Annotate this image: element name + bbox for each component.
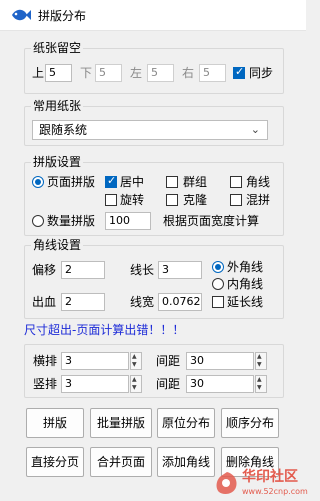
- inner-marks-radio[interactable]: [212, 278, 224, 290]
- line-length-label: 线长: [130, 263, 155, 277]
- quantity-layout-radio[interactable]: [32, 215, 44, 227]
- row-gap-input[interactable]: 30: [186, 375, 254, 393]
- rows-label: 竖排: [33, 377, 58, 391]
- margin-top-label: 上: [32, 66, 45, 80]
- margin-left-label: 左: [130, 66, 143, 80]
- site-watermark: 华印社区 www.52cnp.com: [212, 466, 308, 501]
- sync-label: 同步: [249, 66, 274, 80]
- direct-paging-button[interactable]: 直接分页: [26, 447, 84, 477]
- line-width-label: 线宽: [130, 295, 155, 309]
- merge-pages-button[interactable]: 合并页面: [90, 447, 152, 477]
- rows-spinner[interactable]: ▲ ▼: [130, 375, 142, 393]
- margin-top-input[interactable]: 5: [45, 64, 72, 82]
- offset-label: 偏移: [32, 263, 57, 277]
- line-width-input[interactable]: 0.0762: [158, 293, 202, 311]
- row-gap-label: 间距: [156, 377, 181, 391]
- extend-line-checkbox[interactable]: [212, 296, 224, 308]
- watermark-text: 华印社区: [242, 469, 298, 485]
- sync-checkbox[interactable]: ✓: [233, 65, 245, 79]
- paper-size-dropdown[interactable]: 跟随系统 ⌄: [32, 120, 268, 140]
- crop-marks-label: 角线: [246, 175, 271, 189]
- corner-settings-legend: 角线设置: [31, 238, 84, 252]
- common-paper-group: 常用纸张 跟随系统 ⌄: [24, 99, 284, 146]
- fish-app-icon: [12, 9, 31, 21]
- checkmark-icon: ✓: [235, 65, 245, 78]
- chevron-down-icon: ⌄: [250, 123, 260, 136]
- width-calc-note: 根据页面宽度计算: [163, 214, 260, 228]
- arrow-up-icon[interactable]: ▲: [257, 353, 262, 361]
- offset-input[interactable]: 2: [61, 261, 105, 279]
- window-title: 拼版分布: [38, 9, 87, 23]
- quantity-layout-label: 数量拼版: [47, 214, 96, 228]
- extend-line-label: 延长线: [227, 295, 264, 309]
- clone-checkbox[interactable]: [166, 194, 178, 206]
- columns-spinner[interactable]: ▲ ▼: [130, 352, 142, 370]
- paper-margin-group: 纸张留空 上 5 下 5 左 5 右 5 ✓ 同步: [24, 41, 284, 94]
- column-gap-input[interactable]: 30: [186, 352, 254, 370]
- outer-marks-radio[interactable]: [212, 261, 224, 273]
- line-length-input[interactable]: 3: [158, 261, 202, 279]
- margin-left-input[interactable]: 5: [147, 64, 174, 82]
- bleed-input[interactable]: 2: [61, 293, 105, 311]
- arrow-down-icon[interactable]: ▼: [257, 361, 262, 369]
- title-bar: 拼版分布: [0, 0, 306, 31]
- page-layout-label: 页面拼版: [47, 175, 96, 189]
- rotate-label: 旋转: [120, 193, 145, 207]
- impose-button[interactable]: 拼版: [26, 408, 84, 438]
- outer-marks-label: 外角线: [227, 260, 264, 274]
- paper-size-selected: 跟随系统: [39, 123, 88, 137]
- checkmark-icon: ✓: [107, 174, 117, 187]
- column-gap-label: 间距: [156, 354, 181, 368]
- margin-bottom-label: 下: [80, 66, 93, 80]
- columns-label: 横排: [33, 354, 58, 368]
- inner-marks-label: 内角线: [227, 277, 264, 291]
- bleed-label: 出血: [32, 295, 57, 309]
- arrow-down-icon[interactable]: ▼: [132, 384, 137, 392]
- columns-input[interactable]: 3: [61, 352, 129, 370]
- arrow-down-icon[interactable]: ▼: [132, 361, 137, 369]
- watermark-logo-icon: [216, 472, 237, 495]
- margin-bottom-input[interactable]: 5: [95, 64, 122, 82]
- crop-marks-checkbox[interactable]: [230, 176, 242, 188]
- arrow-down-icon[interactable]: ▼: [257, 384, 262, 392]
- corner-settings-group: 角线设置 偏移 2 线长 3 外角线 内角线 出血 2 线宽 0.0762 延长…: [24, 238, 284, 319]
- column-gap-spinner[interactable]: ▲ ▼: [255, 352, 267, 370]
- margin-right-label: 右: [182, 66, 195, 80]
- row-gap-spinner[interactable]: ▲ ▼: [255, 375, 267, 393]
- layout-settings-group: 拼版设置 页面拼版 ✓ 居中 群组 角线 旋转 克隆 混拼 数量拼版 100 根…: [24, 155, 284, 236]
- clone-label: 克隆: [183, 193, 208, 207]
- error-message: 尺寸超出-页面计算出错！！！: [24, 323, 185, 337]
- rotate-checkbox[interactable]: [105, 194, 117, 206]
- arrow-up-icon[interactable]: ▲: [132, 353, 137, 361]
- page-layout-radio[interactable]: [32, 176, 44, 188]
- sequential-distribute-button[interactable]: 顺序分布: [221, 408, 279, 438]
- paper-margin-legend: 纸张留空: [31, 41, 84, 55]
- group-label: 群组: [183, 175, 208, 189]
- layout-settings-legend: 拼版设置: [31, 155, 84, 169]
- center-checkbox[interactable]: ✓: [105, 174, 117, 188]
- arrow-up-icon[interactable]: ▲: [132, 376, 137, 384]
- mixed-label: 混拼: [246, 193, 271, 207]
- mixed-checkbox[interactable]: [230, 194, 242, 206]
- add-marks-button[interactable]: 添加角线: [157, 447, 215, 477]
- center-label: 居中: [120, 175, 145, 189]
- rows-input[interactable]: 3: [61, 375, 129, 393]
- in-place-distribute-button[interactable]: 原位分布: [157, 408, 215, 438]
- batch-impose-button[interactable]: 批量拼版: [90, 408, 152, 438]
- margin-right-input[interactable]: 5: [199, 64, 226, 82]
- quantity-input[interactable]: 100: [105, 212, 151, 230]
- common-paper-legend: 常用纸张: [31, 99, 84, 113]
- arrow-up-icon[interactable]: ▲: [257, 376, 262, 384]
- watermark-url: www.52cnp.com: [242, 487, 308, 496]
- grid-settings-group: 横排 3 ▲ ▼ 间距 30 ▲ ▼ 竖排 3 ▲ ▼ 间距 30 ▲ ▼: [24, 344, 284, 398]
- group-checkbox[interactable]: [166, 176, 178, 188]
